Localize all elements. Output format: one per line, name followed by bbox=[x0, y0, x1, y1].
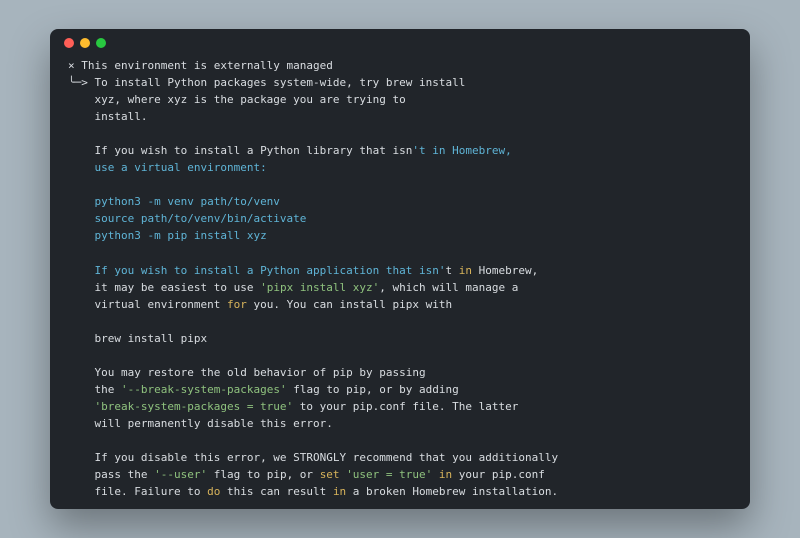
text-line: You may restore the old behavior of pip … bbox=[95, 366, 426, 379]
error-marker: × bbox=[68, 59, 75, 72]
code-line: brew install pipx bbox=[95, 332, 208, 345]
text-line: the bbox=[95, 383, 122, 396]
text-line: your pip.conf bbox=[452, 468, 545, 481]
keyword: in bbox=[439, 468, 452, 481]
minimize-icon[interactable] bbox=[80, 38, 90, 48]
text-line: flag to pip, or by adding bbox=[287, 383, 459, 396]
text-line: flag to pip, or bbox=[207, 468, 320, 481]
text-line: install. bbox=[95, 110, 148, 123]
text-line: Homebrew, bbox=[472, 264, 538, 277]
string-literal: 'user = true' bbox=[346, 468, 432, 481]
titlebar bbox=[50, 29, 750, 57]
keyword: do bbox=[207, 485, 220, 498]
text-line: file. Failure to bbox=[95, 485, 208, 498]
text-line: a broken Homebrew installation. bbox=[346, 485, 558, 498]
close-icon[interactable] bbox=[64, 38, 74, 48]
code-line: python3 -m pip install xyz bbox=[95, 229, 267, 242]
terminal-content: × This environment is externally managed… bbox=[50, 57, 750, 509]
keyword: set bbox=[320, 468, 340, 481]
text-line: t bbox=[446, 264, 459, 277]
text-line: virtual environment bbox=[95, 298, 227, 311]
text-line: this can result bbox=[220, 485, 333, 498]
text-highlight: use a virtual environment: bbox=[95, 161, 267, 174]
text-line: it may be easiest to use bbox=[95, 281, 261, 294]
text-highlight: 't in Homebrew, bbox=[412, 144, 511, 157]
arrow-prefix: ╰─> bbox=[68, 76, 88, 89]
text-line: If you disable this error, we STRONGLY r… bbox=[95, 451, 559, 464]
text-line bbox=[432, 468, 439, 481]
keyword: in bbox=[459, 264, 472, 277]
code-line: python3 -m venv path/to/venv bbox=[95, 195, 280, 208]
terminal-window: × This environment is externally managed… bbox=[50, 29, 750, 509]
text-line: If you wish to install a Python library … bbox=[95, 144, 413, 157]
keyword: in bbox=[333, 485, 346, 498]
text-line: xyz, where xyz is the package you are tr… bbox=[95, 93, 406, 106]
string-literal: '--user' bbox=[154, 468, 207, 481]
text-highlight: If you wish to install a Python applicat… bbox=[95, 264, 446, 277]
text-line: you. You can install pipx with bbox=[247, 298, 452, 311]
text-line: , which will manage a bbox=[379, 281, 518, 294]
error-heading: This environment is externally managed bbox=[81, 59, 333, 72]
string-literal: 'pipx install xyz' bbox=[260, 281, 379, 294]
string-literal: '--break-system-packages' bbox=[121, 383, 287, 396]
string-literal: 'break-system-packages = true' bbox=[95, 400, 294, 413]
text-line: To install Python packages system-wide, … bbox=[95, 76, 466, 89]
text-line: will permanently disable this error. bbox=[95, 417, 333, 430]
text-line: to your pip.conf file. The latter bbox=[293, 400, 518, 413]
code-line: source path/to/venv/bin/activate bbox=[95, 212, 307, 225]
zoom-icon[interactable] bbox=[96, 38, 106, 48]
text-line: pass the bbox=[95, 468, 155, 481]
keyword: for bbox=[227, 298, 247, 311]
